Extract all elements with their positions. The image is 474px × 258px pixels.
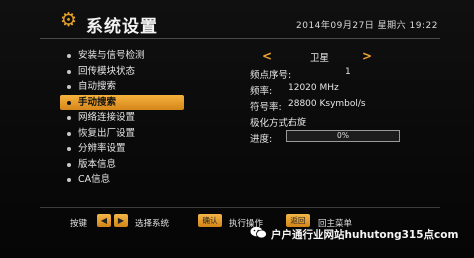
polarization-label: 极化方式:: [250, 118, 292, 129]
page-title: 系统设置: [86, 17, 158, 37]
wechat-icon: [250, 226, 267, 239]
menu-item-signal-check[interactable]: 安装与信号检测: [60, 48, 184, 64]
chevron-left-icon[interactable]: <: [262, 49, 272, 63]
menu-item-version[interactable]: 版本信息: [60, 157, 184, 173]
frequency-label: 频率:: [250, 86, 273, 97]
menu-item-label: 分辨率设置: [78, 143, 126, 154]
menu-item-label: 版本信息: [78, 158, 117, 170]
bullet-icon: [67, 131, 71, 136]
gear-icon: ⚙: [60, 9, 78, 31]
watermark-text: 户户通行业网站huhutong315点com: [271, 229, 459, 241]
polarization-value[interactable]: 右旋: [288, 115, 306, 128]
menu-item-label: 安装与信号检测: [78, 50, 145, 61]
chevron-right-icon[interactable]: >: [362, 49, 372, 63]
bullet-icon: [67, 69, 71, 74]
menu-item-return-module[interactable]: 回传模块状态: [60, 64, 184, 80]
symbol-rate-value[interactable]: 28800 Ksymbol/s: [288, 99, 366, 109]
settings-menu: 安装与信号检测 回传模块状态 自动搜索 手动搜索 网络连接设置 恢复出厂设置 分…: [60, 48, 184, 188]
bullet-icon: [67, 85, 71, 89]
bullet-icon: [67, 162, 71, 167]
header-divider: [40, 38, 440, 39]
satellite-selector[interactable]: < 卫星 >: [262, 49, 372, 64]
menu-item-ca-info[interactable]: CA信息: [60, 172, 184, 188]
menu-item-manual-search[interactable]: 手动搜索: [60, 94, 184, 110]
bullet-icon: [67, 116, 71, 120]
menu-item-resolution[interactable]: 分辨率设置: [60, 141, 184, 157]
key-right-icon[interactable]: ▶: [114, 214, 128, 227]
progress-text: 0%: [337, 131, 349, 140]
progress-bar: 0%: [286, 130, 400, 142]
key-left-icon[interactable]: ◀: [97, 214, 111, 227]
settings-screen: ⚙ 系统设置 2014年09月27日 星期六 19:22 安装与信号检测 回传模…: [0, 0, 474, 258]
frequency-index-value[interactable]: 1: [345, 67, 351, 77]
frequency-value[interactable]: 12020 MHz: [288, 83, 339, 93]
footer-nav-label: 按键: [70, 219, 88, 229]
menu-item-label: CA信息: [78, 174, 111, 185]
bullet-icon: [67, 178, 71, 182]
menu-item-network[interactable]: 网络连接设置: [60, 110, 184, 126]
datetime: 2014年09月27日 星期六 19:22: [296, 21, 438, 31]
footer-divider: [40, 207, 440, 208]
footer-select-system: 选择系统: [135, 219, 170, 229]
symbol-rate-label: 符号率:: [250, 102, 282, 113]
confirm-key[interactable]: 确认: [198, 214, 222, 227]
menu-item-label: 恢复出厂设置: [78, 127, 136, 139]
menu-item-factory-reset[interactable]: 恢复出厂设置: [60, 126, 184, 142]
menu-item-auto-search[interactable]: 自动搜索: [60, 79, 184, 95]
bullet-icon: [67, 54, 71, 58]
menu-item-label: 手动搜索: [78, 96, 117, 108]
menu-item-label: 自动搜索: [78, 81, 117, 92]
bullet-icon: [67, 100, 71, 105]
bullet-icon: [67, 147, 71, 151]
menu-item-label: 回传模块状态: [78, 65, 136, 77]
frequency-index-label: 频点序号:: [250, 70, 292, 81]
menu-item-label: 网络连接设置: [78, 112, 136, 123]
progress-label: 进度:: [250, 134, 273, 145]
satellite-name: 卫星: [310, 53, 330, 64]
back-key[interactable]: 返回: [286, 214, 310, 227]
